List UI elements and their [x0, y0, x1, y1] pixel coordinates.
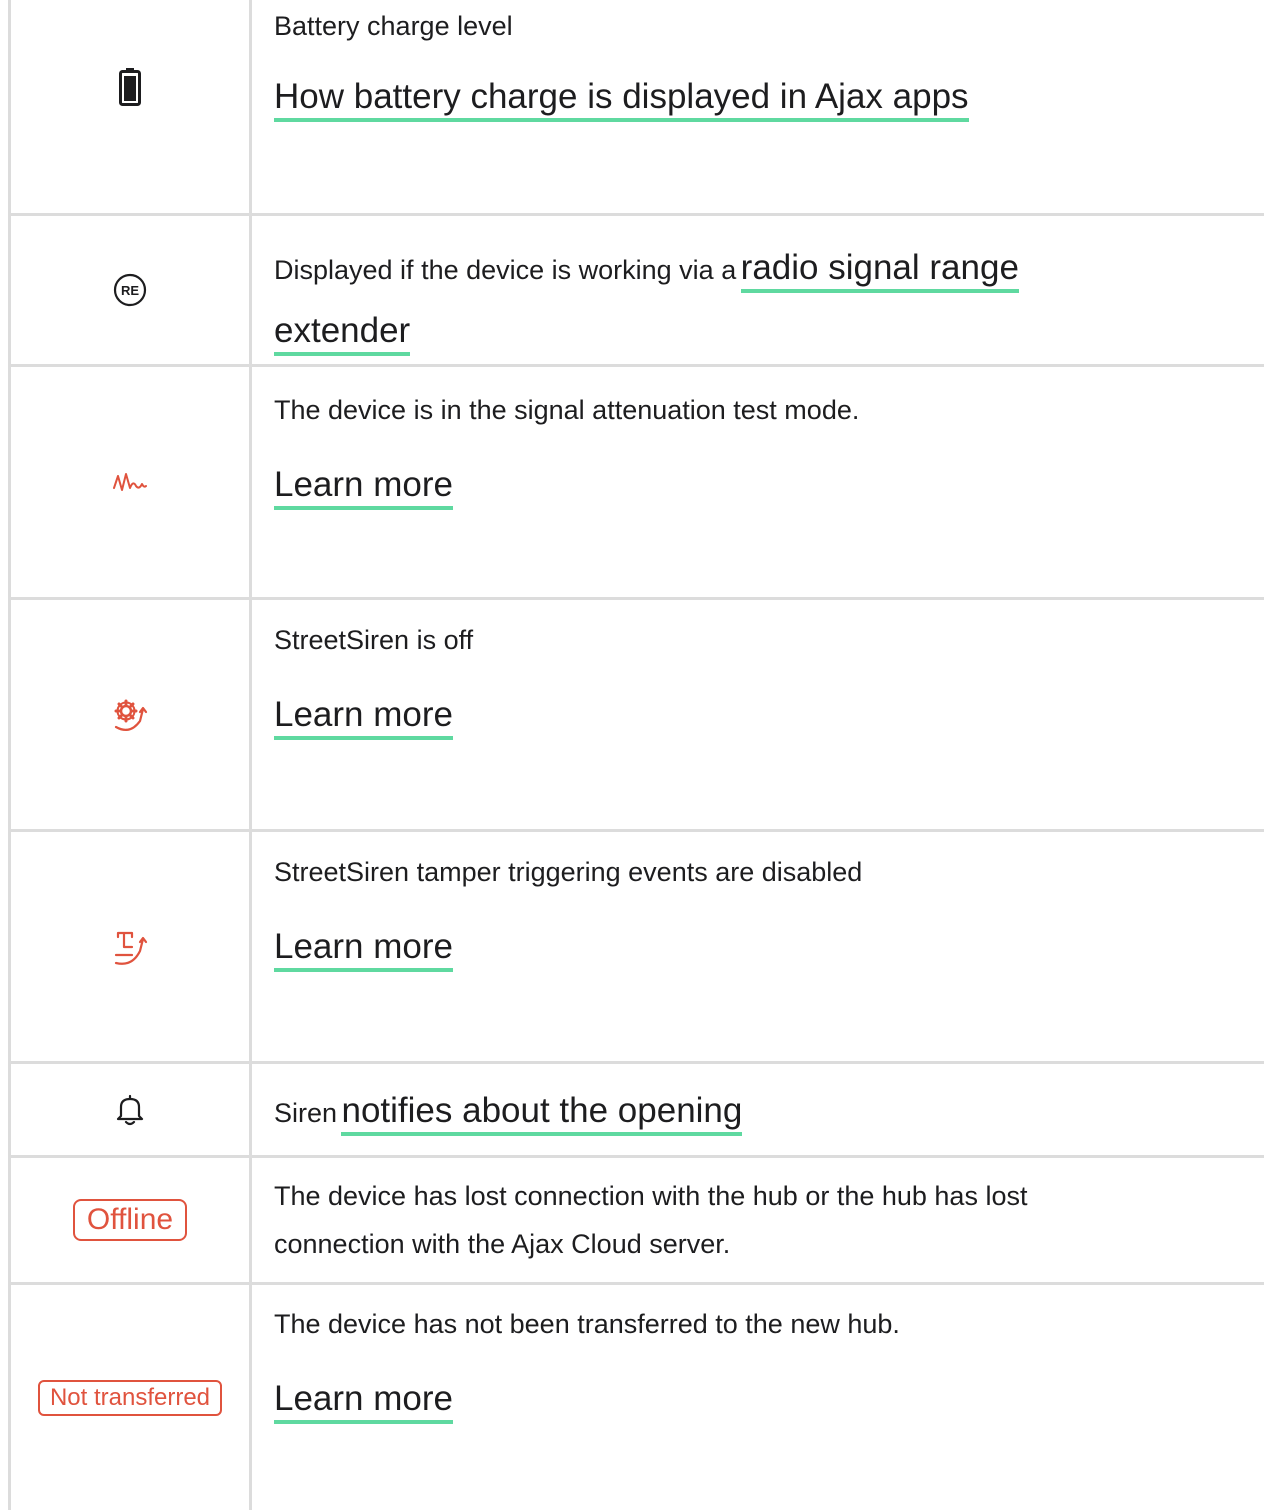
range-extender-re-icon: RE [113, 273, 147, 307]
table-row-siren-off-icon-cell [11, 600, 249, 829]
range-extender-link[interactable]: radio signal range [740, 248, 1019, 293]
table-row-not-transferred-text-cell: The device has not been transferred to t… [274, 1300, 1254, 1424]
row-description: Battery charge level [274, 11, 513, 41]
table-row-tamper-text-cell: StreetSiren tamper triggering events are… [274, 848, 1254, 972]
table-row-siren-off-text-cell: StreetSiren is off Learn more [274, 616, 1254, 740]
row-description: The device is in the signal attenuation … [274, 395, 860, 425]
battery-icon [119, 67, 141, 106]
signal-attenuation-icon [112, 470, 148, 494]
table-row-offline-icon-cell: Offline [11, 1158, 249, 1282]
table-row-bell-text-cell: Siren notifies about the opening [274, 1087, 1254, 1142]
row-description: StreetSiren tamper triggering events are… [274, 857, 863, 887]
street-siren-tamper-off-icon [110, 927, 150, 967]
notifies-opening-link[interactable]: notifies about the opening [341, 1091, 743, 1136]
table-row-not-transferred-icon-cell: Not transferred [11, 1285, 249, 1510]
re-icon-text: RE [121, 283, 139, 298]
learn-more-link[interactable]: Learn more [274, 695, 453, 740]
table-row-attenuation-text-cell: The device is in the signal attenuation … [274, 386, 1254, 510]
table-row-attenuation-icon-cell [11, 367, 249, 597]
row-description-line1: The device has lost connection with the … [274, 1181, 1028, 1211]
row-description-line2: connection with the Ajax Cloud server. [274, 1229, 731, 1259]
learn-more-link[interactable]: Learn more [274, 1379, 453, 1424]
table-row-battery-text-cell: Battery charge level How battery charge … [274, 2, 1254, 122]
battery-charge-link[interactable]: How battery charge is displayed in Ajax … [274, 77, 969, 122]
street-siren-off-icon [110, 695, 150, 735]
table-row-battery-icon-cell [11, 0, 249, 213]
row-description: The device has not been transferred to t… [274, 1309, 900, 1339]
bell-icon [116, 1094, 144, 1126]
status-icons-table: Battery charge level How battery charge … [0, 0, 1264, 1510]
row-description: Displayed if the device is working via a [274, 255, 737, 285]
row-description: Siren [274, 1098, 338, 1128]
row-description: StreetSiren is off [274, 625, 474, 655]
range-extender-link-continued[interactable]: extender [274, 311, 411, 356]
table-row-offline-text-cell: The device has lost connection with the … [274, 1172, 1254, 1268]
offline-badge: Offline [72, 1199, 188, 1241]
not-transferred-badge: Not transferred [37, 1379, 223, 1416]
table-row-bell-icon-cell [11, 1064, 249, 1155]
learn-more-link[interactable]: Learn more [274, 465, 453, 510]
table-row-tamper-icon-cell [11, 832, 249, 1061]
learn-more-link[interactable]: Learn more [274, 927, 453, 972]
table-row-re-text-cell: Displayed if the device is working via a… [274, 240, 1254, 366]
table-row-re-icon-cell: RE [11, 216, 249, 364]
